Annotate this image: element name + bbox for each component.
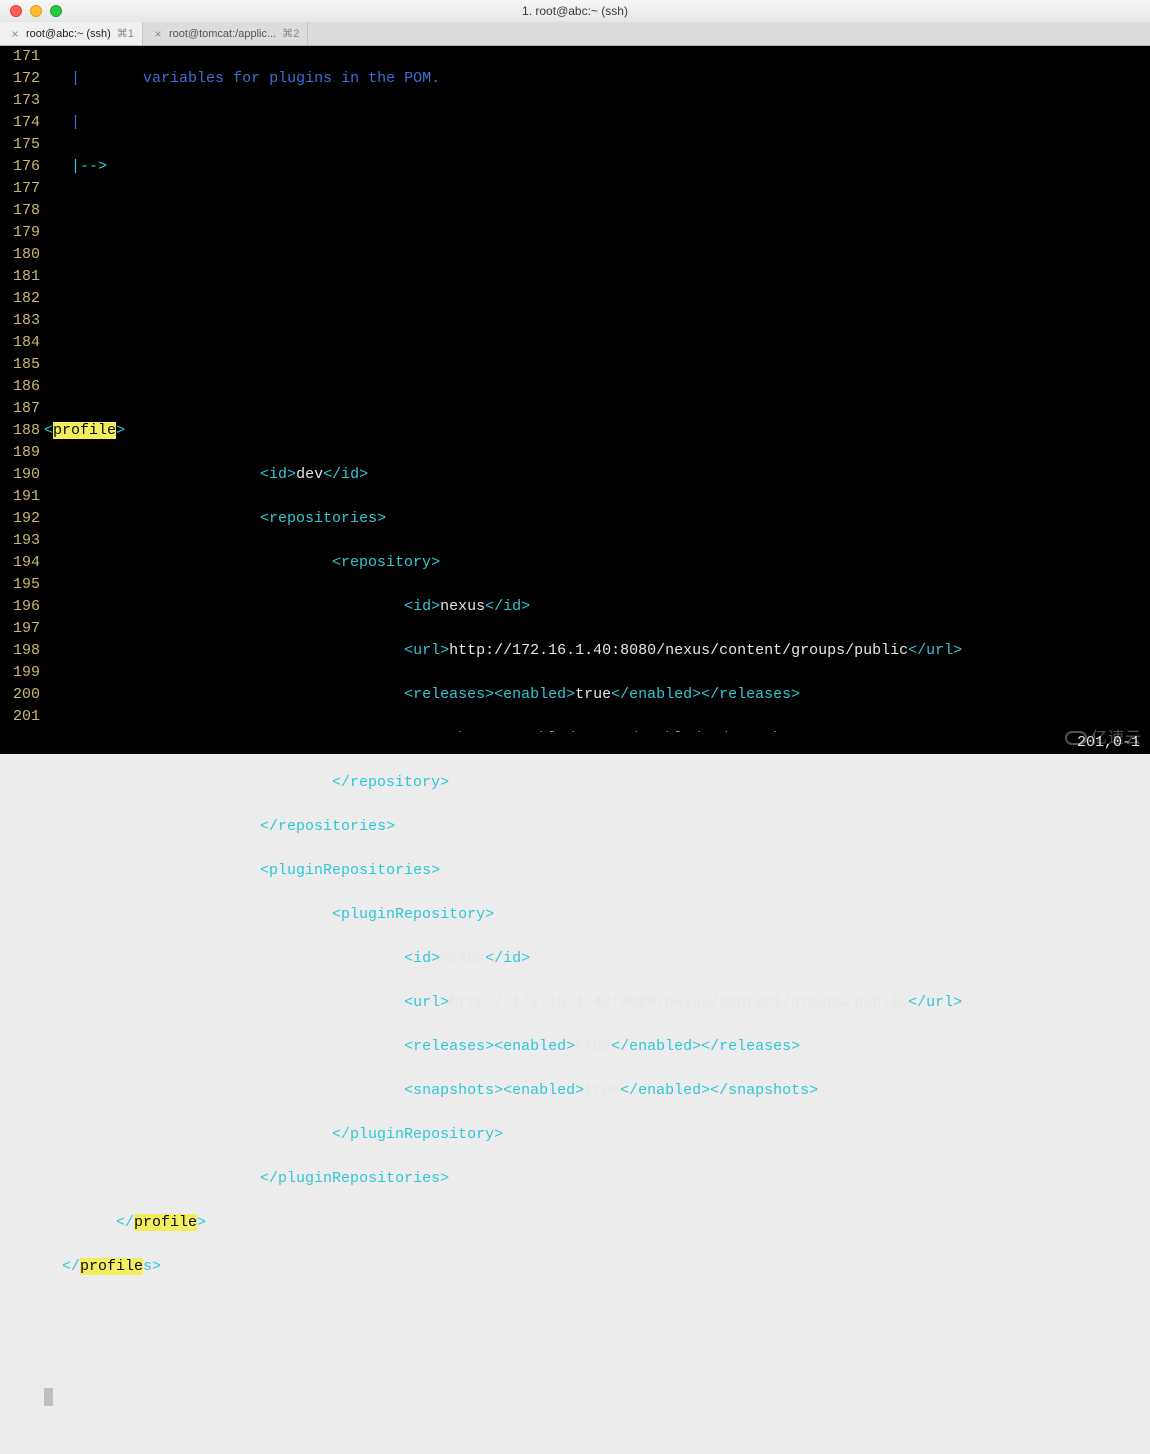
search-highlight: profile [134, 1214, 197, 1231]
code-line: </pluginRepository> [44, 1124, 1150, 1146]
code-line: </pluginRepositories> [44, 1168, 1150, 1190]
watermark-logo: 亿速云 [1065, 728, 1142, 750]
code-line [44, 288, 1150, 310]
code-line: <pluginRepository> [44, 904, 1150, 926]
vim-statusbar: 201,0-1 [0, 732, 1150, 754]
code-line: | [44, 112, 1150, 134]
code-line: <profile> [44, 420, 1150, 442]
tab-bar: × root@abc:~ (ssh) ⌘1 × root@tomcat:/app… [0, 22, 1150, 46]
code-line [44, 376, 1150, 398]
code-line [44, 1300, 1150, 1322]
code-area[interactable]: | variables for plugins in the POM. | |-… [44, 46, 1150, 754]
code-line: <releases><enabled>true</enabled></relea… [44, 684, 1150, 706]
code-line [44, 1388, 1150, 1412]
code-line [44, 244, 1150, 266]
code-line [44, 332, 1150, 354]
code-line: </profile> [44, 1212, 1150, 1234]
code-line: </repository> [44, 772, 1150, 794]
tab-shortcut: ⌘1 [117, 27, 134, 40]
close-icon[interactable]: × [151, 28, 165, 40]
code-line [44, 200, 1150, 222]
search-highlight: profile [53, 422, 116, 439]
code-line [44, 1344, 1150, 1366]
code-line: <id>nexus</id> [44, 948, 1150, 970]
code-line: <id>dev</id> [44, 464, 1150, 486]
window-title: 1. root@abc:~ (ssh) [0, 4, 1150, 18]
cursor-icon [44, 1388, 53, 1406]
line-number-gutter: 171 172 173 174 175 176 177 178 179 180 … [0, 46, 44, 754]
code-line: <repositories> [44, 508, 1150, 530]
tab-session-1[interactable]: × root@abc:~ (ssh) ⌘1 [0, 22, 143, 45]
code-line: <url>http://172.16.1.40:8080/nexus/conte… [44, 992, 1150, 1014]
code-line: <url>http://172.16.1.40:8080/nexus/conte… [44, 640, 1150, 662]
code-line: <releases><enabled>true</enabled></relea… [44, 1036, 1150, 1058]
code-line: | variables for plugins in the POM. [44, 68, 1150, 90]
code-line: <snapshots><enabled>true</enabled></snap… [44, 1080, 1150, 1102]
tab-label: root@tomcat:/applic... [169, 28, 276, 40]
code-line: <pluginRepositories> [44, 860, 1150, 882]
editor-viewport[interactable]: 171 172 173 174 175 176 177 178 179 180 … [0, 46, 1150, 754]
code-line: <repository> [44, 552, 1150, 574]
tab-label: root@abc:~ (ssh) [26, 28, 111, 40]
tab-session-2[interactable]: × root@tomcat:/applic... ⌘2 [143, 22, 308, 45]
search-highlight: profile [80, 1258, 143, 1275]
tab-shortcut: ⌘2 [282, 27, 299, 40]
code-line: <id>nexus</id> [44, 596, 1150, 618]
code-line: </repositories> [44, 816, 1150, 838]
code-line: |--> [44, 156, 1150, 178]
window-titlebar: 1. root@abc:~ (ssh) [0, 0, 1150, 22]
code-line: </profiles> [44, 1256, 1150, 1278]
close-icon[interactable]: × [8, 28, 22, 40]
